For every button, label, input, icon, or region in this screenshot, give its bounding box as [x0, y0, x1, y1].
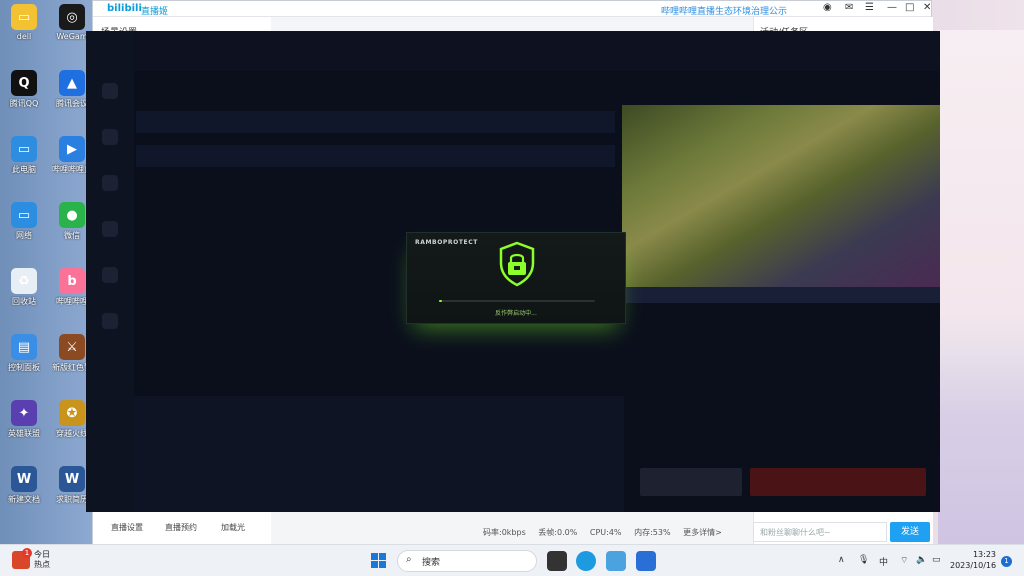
- game-icon[interactable]: [102, 129, 118, 145]
- wifi-icon[interactable]: ⌔: [900, 555, 908, 566]
- desktop-icon[interactable]: ♻ 回收站: [4, 268, 44, 307]
- app-icon: ◎: [59, 4, 85, 30]
- app-icon: Q: [11, 70, 37, 96]
- news-widget[interactable]: 今日 热点: [34, 550, 50, 570]
- home-icon[interactable]: [102, 83, 118, 99]
- app-icon: ▭: [11, 136, 37, 162]
- clock-time: 13:23: [972, 550, 996, 559]
- app-icon: ✦: [11, 400, 37, 426]
- menu-icon[interactable]: ☰: [865, 2, 874, 13]
- app-name: 直播姬: [141, 7, 169, 17]
- clock[interactable]: 13:23 2023/10/16: [950, 549, 996, 571]
- anticheat-dialog: RAMBOPROTECT 反作弊启动中...: [406, 232, 626, 324]
- desktop-icon-label: dell: [16, 32, 32, 41]
- battery-icon[interactable]: ▭: [932, 555, 941, 565]
- nav-live-settings[interactable]: 直播设置: [111, 522, 143, 533]
- stream-stats: 码率:0kbps 丢帧:0.0% CPU:4% 内存:53% 更多详情>: [483, 527, 732, 538]
- taskbar: 1 今日 热点 ⌕ 搜索 ∧ 🎙 中 ⌔ 🔈 ▭ 13:23 2023/10/1…: [0, 544, 1024, 576]
- map-preview-bar: [622, 287, 940, 303]
- chevron-up-icon[interactable]: ∧: [838, 555, 845, 565]
- start-icon[interactable]: [371, 553, 386, 568]
- cpu-readout: CPU:4%: [589, 528, 622, 537]
- launcher-sidebar: [86, 31, 134, 512]
- mic-icon[interactable]: 🎙: [858, 555, 869, 565]
- edge-icon[interactable]: [576, 551, 596, 571]
- app-icon: ▭: [11, 202, 37, 228]
- start-game-button[interactable]: [750, 468, 926, 496]
- desktop-icon-label: 网络: [16, 231, 32, 240]
- ready-button[interactable]: [640, 468, 742, 496]
- news-badge: 1: [22, 548, 32, 558]
- frame-drop-readout: 丢帧:0.0%: [538, 528, 578, 537]
- desktop-icon-label: 新建文档: [8, 495, 40, 504]
- list-item[interactable]: [136, 145, 615, 167]
- dialog-status: 反作弊启动中...: [495, 310, 537, 317]
- shield-lock-icon: [499, 241, 535, 287]
- heart-icon[interactable]: [102, 267, 118, 283]
- mail-icon[interactable]: ✉: [845, 2, 853, 13]
- progress-fill: [439, 300, 443, 302]
- desktop-icon-label: 英雄联盟: [8, 429, 40, 438]
- minimize-icon[interactable]: —: [887, 2, 897, 13]
- desktop-icon[interactable]: ✦ 英雄联盟: [4, 400, 44, 439]
- webcam-feed: [938, 30, 1024, 544]
- nav-boost[interactable]: 加载光: [221, 522, 245, 533]
- desktop-icon[interactable]: ▤ 控制面板: [4, 334, 44, 373]
- app-icon: ▤: [11, 334, 37, 360]
- dialog-title: RAMBOPROTECT: [415, 239, 478, 246]
- search-placeholder: 搜索: [422, 558, 441, 568]
- send-button[interactable]: 发送: [890, 522, 930, 542]
- desktop-icon[interactable]: ▭ 网络: [4, 202, 44, 241]
- desktop-icon-label: 此电脑: [12, 165, 36, 174]
- close-icon[interactable]: ✕: [923, 2, 931, 13]
- news-line1: 今日: [34, 550, 50, 559]
- chat-input[interactable]: 和粉丝聊聊什么吧~: [753, 522, 887, 542]
- volume-icon[interactable]: 🔈: [916, 555, 927, 565]
- memory-readout: 内存:53%: [634, 528, 671, 537]
- desktop-icon-label: 控制面板: [8, 363, 40, 372]
- app-icon: W: [59, 466, 85, 492]
- desktop-icon-label: 腾讯QQ: [9, 99, 39, 108]
- search-icon: ⌕: [406, 554, 412, 565]
- app-icon: b: [59, 268, 85, 294]
- game-launcher-icon[interactable]: [636, 551, 656, 571]
- desktop-icon-label: 回收站: [12, 297, 36, 306]
- app-logo: bilibili: [107, 3, 142, 14]
- maximize-icon[interactable]: □: [905, 2, 914, 13]
- launcher-header: [134, 31, 940, 71]
- list-item[interactable]: [136, 111, 615, 133]
- progress-track: [439, 300, 595, 302]
- app-icon: W: [11, 466, 37, 492]
- avatar[interactable]: ◉: [823, 2, 832, 13]
- settings-icon[interactable]: [102, 313, 118, 329]
- room-panel: [134, 396, 624, 512]
- desktop-icon[interactable]: ▭ dell: [4, 4, 44, 41]
- app-icon: ▭: [11, 4, 37, 30]
- bottom-nav: 直播设置 直播预约 加载光: [101, 519, 271, 539]
- app-icon: ⚔: [59, 334, 85, 360]
- app-icon: ▲: [59, 70, 85, 96]
- app-icon: ♻: [11, 268, 37, 294]
- bitrate-readout: 码率:0kbps: [483, 528, 526, 537]
- taskbar-search[interactable]: ⌕ 搜索: [397, 550, 537, 572]
- shield-icon[interactable]: [102, 175, 118, 191]
- desktop-icon[interactable]: W 新建文档: [4, 466, 44, 505]
- desktop-icon[interactable]: ▭ 此电脑: [4, 136, 44, 175]
- news-line2: 热点: [34, 560, 50, 569]
- title-bar: bilibili 直播姬 哔哩哔哩直播生态环境治理公示 ◉ ✉ ☰ — □ ✕: [93, 1, 931, 17]
- more-details-link[interactable]: 更多详情>: [683, 528, 722, 537]
- ime-indicator[interactable]: 中: [879, 555, 888, 568]
- map-preview: [622, 105, 940, 287]
- live-app-icon[interactable]: [606, 551, 626, 571]
- task-view-icon[interactable]: [547, 551, 567, 571]
- app-icon: ✪: [59, 400, 85, 426]
- chart-icon[interactable]: [102, 221, 118, 237]
- app-icon: ▶: [59, 136, 85, 162]
- nav-live-reservation[interactable]: 直播预约: [165, 522, 197, 533]
- announcement-link[interactable]: 哔哩哔哩直播生态环境治理公示: [661, 4, 787, 17]
- app-icon: ●: [59, 202, 85, 228]
- clock-date: 2023/10/16: [950, 561, 997, 570]
- notification-badge[interactable]: 1: [1001, 556, 1012, 567]
- desktop-icon[interactable]: Q 腾讯QQ: [4, 70, 44, 109]
